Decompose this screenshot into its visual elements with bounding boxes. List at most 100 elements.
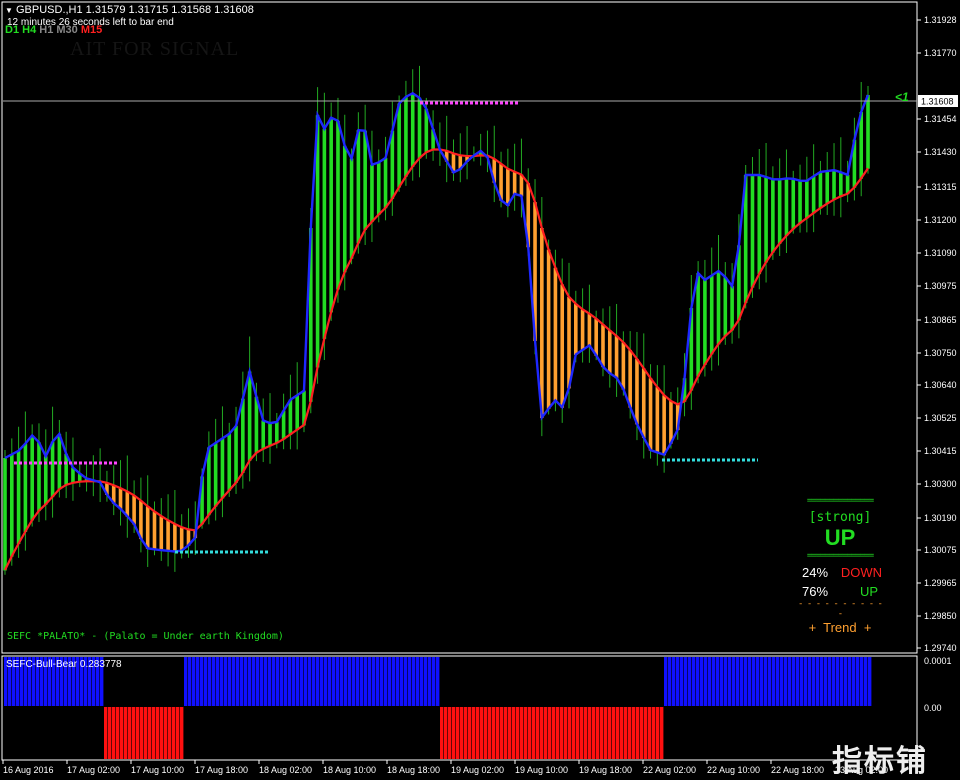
hist-bar-bull xyxy=(232,657,236,706)
hist-bar-bear xyxy=(620,707,624,759)
timeframe-d1: D1 xyxy=(5,24,23,36)
hist-bar-bear xyxy=(180,707,184,759)
symbol-header[interactable]: ▼ GBPUSD.,H1 1.31579 1.31715 1.31568 1.3… xyxy=(5,4,254,16)
bull-bar xyxy=(288,399,293,435)
bull-bar xyxy=(9,454,14,557)
timeframe-m30: M30 xyxy=(56,24,81,36)
time-label: 19 Aug 10:00 xyxy=(515,765,568,775)
hist-bar-bear xyxy=(452,707,456,759)
bull-bar xyxy=(376,162,381,216)
hist-bar-bear xyxy=(520,707,524,759)
hist-bar-bull xyxy=(220,657,224,706)
bull-bar xyxy=(716,270,721,345)
hist-bar-bull xyxy=(768,657,772,706)
bull-bar xyxy=(825,171,830,205)
chart-canvas[interactable]: 1.31928 1.31770 1.31454 1.31430 1.31315 1.312… xyxy=(0,0,960,780)
down-label: DOWN xyxy=(840,565,882,580)
bear-bar xyxy=(179,527,184,552)
hist-bar-bear xyxy=(156,707,160,759)
bear-bar xyxy=(628,350,632,408)
bull-bar xyxy=(397,103,401,188)
hist-bar-bear xyxy=(504,707,508,759)
hist-bar-bear xyxy=(628,707,632,759)
bull-bar xyxy=(363,130,367,230)
bull-bar xyxy=(703,279,707,365)
bull-bar xyxy=(220,438,225,499)
current-price-label: 1.31608 xyxy=(921,97,954,107)
bear-bar xyxy=(587,313,592,346)
hist-bar-bull xyxy=(368,657,372,706)
hist-bar-bull xyxy=(668,657,672,706)
hist-bar-bear xyxy=(456,707,460,759)
panel-divider: - - - - - - - - - - - xyxy=(798,599,883,619)
hist-bar-bull xyxy=(332,657,336,706)
hist-bar-bull xyxy=(836,657,840,706)
bear-bar xyxy=(118,488,123,510)
hist-bar-bull xyxy=(272,657,276,706)
hist-bar-bull xyxy=(436,657,440,706)
hist-bar-bear xyxy=(440,707,444,759)
wait-signal-text: AIT FOR SIGNAL xyxy=(70,38,240,60)
bull-bar xyxy=(227,433,232,491)
dropdown-triangle-icon[interactable]: ▼ xyxy=(5,6,13,15)
hist-bar-bull xyxy=(788,657,792,706)
time-label: 18 Aug 02:00 xyxy=(259,765,312,775)
hist-bar-bear xyxy=(104,707,108,759)
bull-bar xyxy=(50,441,55,498)
hist-bar-bull xyxy=(324,657,328,706)
price-label: 1.31770 xyxy=(924,48,957,58)
hist-bar-bull xyxy=(188,657,192,706)
bull-bar xyxy=(696,273,700,377)
hist-bar-bear xyxy=(580,707,584,759)
hist-bar-bull xyxy=(348,657,352,706)
bull-bar xyxy=(3,458,7,571)
down-percent: 24% xyxy=(802,565,829,580)
bear-bar xyxy=(145,506,150,549)
bear-bar xyxy=(641,368,646,439)
hist-bar-bull xyxy=(252,657,256,706)
bear-bar xyxy=(546,249,551,410)
hist-bar-bear xyxy=(136,707,140,759)
hist-bar-bear xyxy=(604,707,608,759)
bull-bar xyxy=(234,425,238,484)
bull-bar xyxy=(832,170,836,201)
hist-bar-bull xyxy=(360,657,364,706)
bull-bar xyxy=(417,97,422,159)
hist-bar-bear xyxy=(148,707,152,759)
hist-bar-bull xyxy=(316,657,320,706)
hist-bar-bear xyxy=(540,707,544,759)
hist-bar-bull xyxy=(204,657,208,706)
bull-bar xyxy=(349,158,354,259)
hist-bar-bull xyxy=(388,657,392,706)
hist-bar-bull xyxy=(800,657,804,706)
sub-axis-label: 0.0001 xyxy=(924,656,952,666)
hist-bar-bull xyxy=(740,657,744,706)
bear-bar xyxy=(614,335,619,379)
bull-bar xyxy=(370,164,374,223)
hist-bar-bear xyxy=(508,707,512,759)
hist-bar-bear xyxy=(556,707,560,759)
up-percent: 76% xyxy=(802,584,829,599)
bear-bar xyxy=(580,309,585,351)
hist-bar-bear xyxy=(624,707,628,759)
bull-bar xyxy=(261,420,266,450)
sub-axis-label: 0.00 xyxy=(924,703,942,713)
hist-bar-bull xyxy=(684,657,688,706)
hist-bar-bull xyxy=(212,657,216,706)
price-label: 1.31315 xyxy=(924,182,957,192)
hist-bar-bull xyxy=(400,657,404,706)
signal-direction: UP xyxy=(824,525,856,550)
time-label: 19 Aug 02:00 xyxy=(451,765,504,775)
hist-bar-bull xyxy=(404,657,408,706)
bear-bar xyxy=(173,524,177,552)
hist-bar-bull xyxy=(688,657,692,706)
bull-bar xyxy=(247,371,252,461)
hist-bar-bear xyxy=(472,707,476,759)
hist-bar-bull xyxy=(292,657,296,706)
hist-bar-bear xyxy=(492,707,496,759)
timeframe-h1: H1 xyxy=(39,24,57,36)
hist-bar-bear xyxy=(600,707,604,759)
bear-bar xyxy=(560,284,565,408)
price-label: 1.31200 xyxy=(924,215,957,225)
trend-label: + Trend + xyxy=(808,620,872,635)
